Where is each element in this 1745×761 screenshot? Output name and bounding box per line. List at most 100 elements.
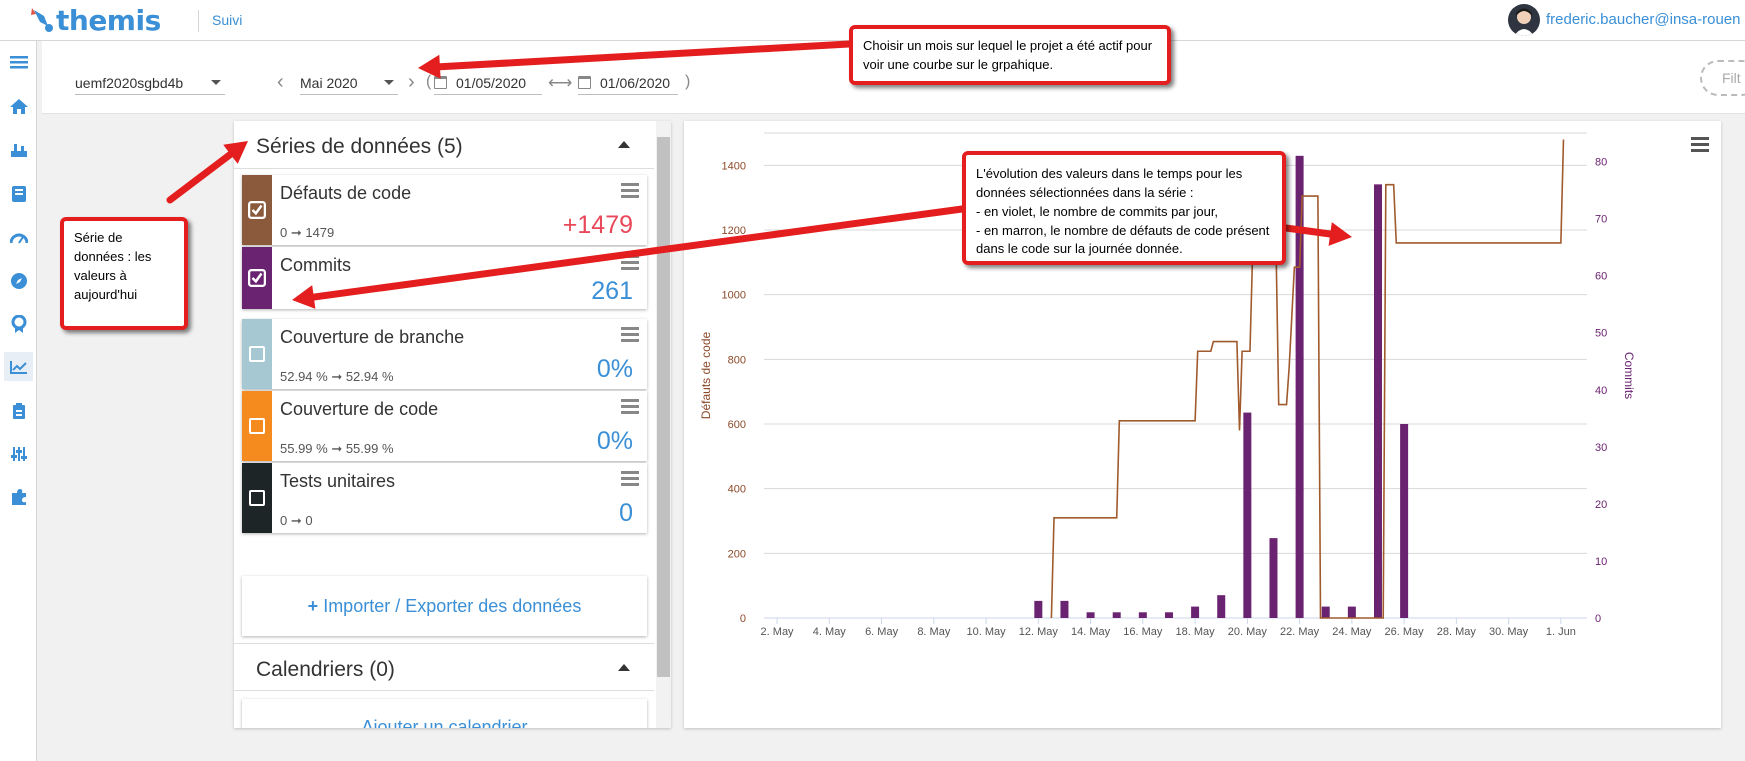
x-tick-label: 24. May — [1332, 626, 1372, 638]
annotation-evolution-line: - en violet, le nombre de commits par jo… — [976, 203, 1219, 219]
logo-text: themis — [56, 3, 161, 37]
chart-icon[interactable] — [4, 352, 33, 381]
start-date-value: 01/05/2020 — [456, 74, 527, 91]
commit-bar — [1112, 612, 1121, 618]
y-left-tick-label: 600 — [728, 419, 746, 431]
commit-bar — [1164, 612, 1173, 618]
drag-handle-icon[interactable] — [621, 327, 639, 345]
series-card-couverture-code[interactable]: Couverture de code 55.99 % ➞ 55.99 % 0% — [242, 391, 647, 461]
commit-bar — [1373, 184, 1382, 618]
import-export-button[interactable]: + Importer / Exporter des données — [242, 576, 647, 636]
series-value: 0 — [619, 499, 633, 527]
x-tick-label: 26. May — [1385, 626, 1425, 638]
user-email[interactable]: frederic.baucher@insa-rouen — [1546, 11, 1741, 28]
series-color-swatch — [242, 463, 272, 533]
calendars-panel-header[interactable]: Calendriers (0) — [234, 643, 654, 691]
y-left-tick-label: 1000 — [722, 290, 746, 302]
calendar-icon — [578, 76, 591, 89]
annotation-month: Choisir un mois sur lequel le projet a é… — [849, 25, 1171, 85]
series-range: 0 ➞ 1479 — [280, 225, 335, 240]
compass-icon[interactable] — [4, 266, 33, 295]
avatar[interactable] — [1508, 4, 1540, 36]
x-tick-label: 20. May — [1228, 626, 1268, 638]
drag-handle-icon[interactable] — [621, 183, 639, 201]
x-tick-label: 16. May — [1123, 626, 1163, 638]
app-logo[interactable]: themis — [30, 2, 161, 38]
series-name: Défauts de code — [280, 183, 412, 203]
y-left-axis-label: Défauts de code — [699, 331, 713, 419]
series-card-commits[interactable]: Commits 261 — [242, 247, 647, 309]
collapse-icon[interactable] — [618, 141, 630, 148]
calendar-icon — [434, 76, 447, 89]
checkbox-unchecked-icon[interactable] — [249, 418, 265, 434]
drag-handle-icon[interactable] — [621, 471, 639, 489]
series-card-couverture-branche[interactable]: Couverture de branche 52.94 % ➞ 52.94 % … — [242, 319, 647, 389]
y-left-tick-label: 800 — [728, 354, 746, 366]
x-tick-label: 4. May — [813, 626, 847, 638]
add-calendar-label: Ajouter un calendrier — [361, 717, 528, 728]
x-tick-label: 28. May — [1437, 626, 1477, 638]
y-left-tick-label: 0 — [740, 613, 746, 625]
checkbox-unchecked-icon[interactable] — [249, 490, 265, 506]
menu-icon[interactable] — [4, 47, 33, 76]
y-left-tick-label: 400 — [728, 484, 746, 496]
divider — [198, 10, 199, 32]
commit-bar — [1347, 606, 1356, 618]
y-right-tick-label: 30 — [1595, 442, 1607, 454]
checkbox-checked-icon[interactable] — [248, 269, 266, 287]
settings-sliders-icon[interactable] — [4, 439, 33, 468]
prev-month-button[interactable]: ‹ — [277, 72, 284, 92]
x-tick-label: 10. May — [967, 626, 1007, 638]
book-icon[interactable] — [4, 179, 33, 208]
series-value: +1479 — [562, 211, 633, 239]
chart-menu-icon[interactable] — [1691, 137, 1709, 155]
next-month-button[interactable]: › — [408, 72, 415, 92]
commit-bar — [1217, 595, 1226, 618]
chevron-down-icon — [384, 80, 394, 85]
series-card-defauts[interactable]: Défauts de code 0 ➞ 1479 +1479 — [242, 175, 647, 245]
badge-icon[interactable] — [4, 309, 33, 338]
series-name: Commits — [280, 255, 351, 275]
clipboard-icon[interactable] — [4, 396, 33, 425]
y-right-tick-label: 20 — [1595, 499, 1607, 511]
month-select[interactable]: Mai 2020 — [300, 71, 398, 95]
end-date-field[interactable]: 01/06/2020 — [578, 71, 678, 95]
x-tick-label: 8. May — [917, 626, 951, 638]
arrow-to-series-title-shaft — [166, 150, 234, 204]
checkbox-checked-icon[interactable] — [248, 201, 266, 219]
commit-bar — [1295, 155, 1304, 618]
paren-close: ) — [685, 73, 691, 90]
series-panel-header[interactable]: Séries de données (5) — [234, 121, 654, 169]
series-color-swatch — [242, 319, 272, 389]
y-left-tick-label: 1200 — [722, 225, 746, 237]
y-left-tick-label: 1400 — [722, 160, 746, 172]
commit-bar — [1321, 606, 1330, 618]
series-name: Tests unitaires — [280, 471, 396, 491]
series-range: 0 ➞ 0 — [280, 513, 313, 528]
series-color-swatch — [242, 247, 272, 309]
start-date-field[interactable]: 01/05/2020 — [434, 71, 542, 95]
collapse-icon[interactable] — [618, 664, 630, 671]
commit-bar — [1086, 612, 1095, 618]
home-icon[interactable] — [4, 91, 33, 120]
project-select[interactable]: uemf2020sgbd4b — [75, 71, 225, 95]
x-tick-label: 30. May — [1489, 626, 1529, 638]
add-calendar-button[interactable]: Ajouter un calendrier — [242, 699, 647, 728]
x-tick-label: 1. Jun — [1546, 626, 1576, 638]
checkbox-unchecked-icon[interactable] — [249, 346, 265, 362]
series-range: 52.94 % ➞ 52.94 % — [280, 369, 394, 384]
drag-handle-icon[interactable] — [621, 255, 639, 273]
drag-handle-icon[interactable] — [621, 399, 639, 417]
annotation-evolution-line: - en marron, le nombre de défauts de cod… — [976, 222, 1270, 257]
series-value: 0% — [596, 355, 633, 383]
x-tick-label: 18. May — [1176, 626, 1216, 638]
section-title[interactable]: Suivi — [212, 12, 242, 28]
puzzle-icon[interactable] — [4, 482, 33, 511]
build-icon[interactable] — [4, 135, 33, 164]
dashboard-icon[interactable] — [4, 223, 33, 252]
series-panel-title: Séries de données (5) — [256, 135, 463, 158]
annotation-evolution-line: L'évolution des valeurs dans le temps po… — [976, 166, 1243, 200]
scrollbar-thumb[interactable] — [657, 137, 670, 677]
series-card-tests[interactable]: Tests unitaires 0 ➞ 0 0 — [242, 463, 647, 533]
filter-input[interactable]: Filt — [1700, 60, 1745, 96]
